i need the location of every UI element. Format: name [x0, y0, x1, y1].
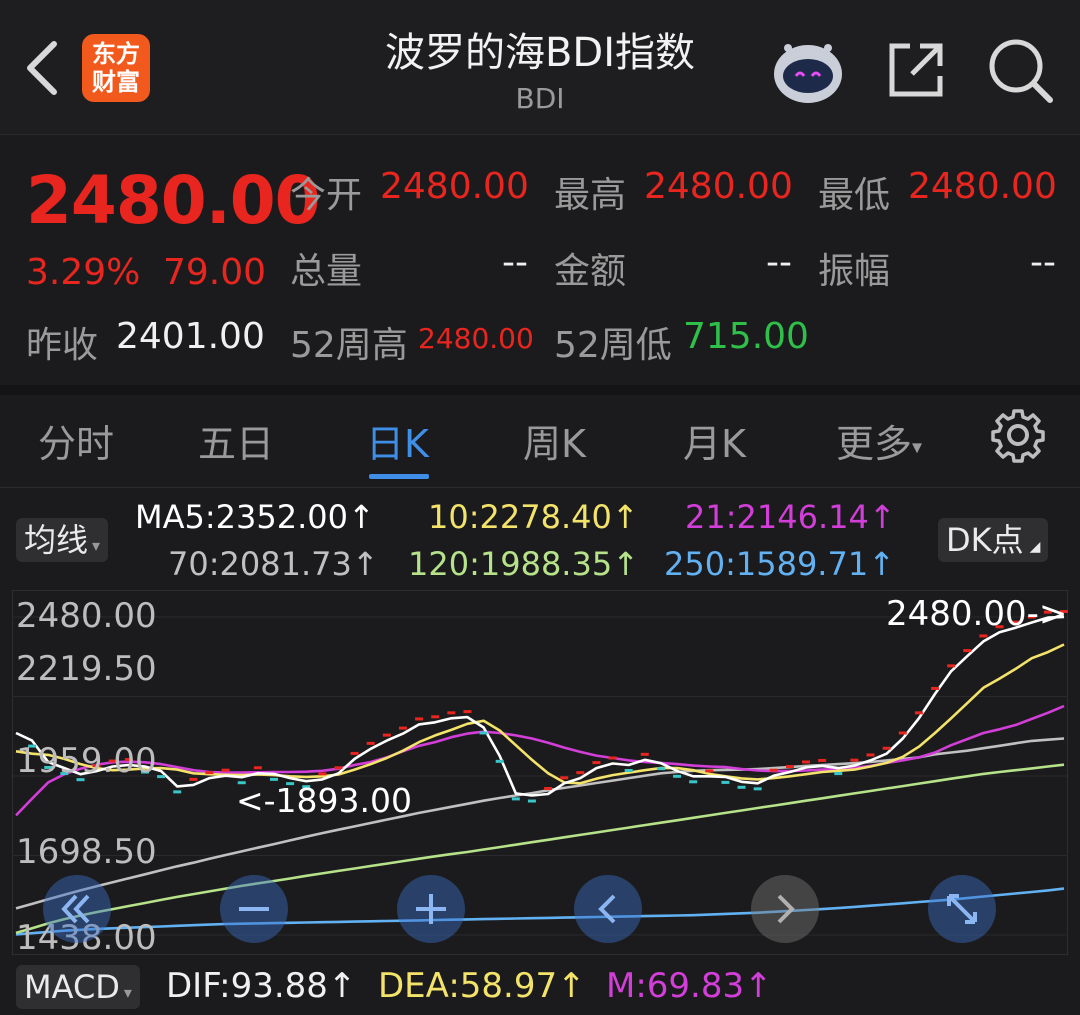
- max-price-marker: 2480.00->: [886, 594, 1068, 634]
- tab-five-day[interactable]: 五日: [198, 413, 274, 468]
- high-value: 2480.00: [644, 166, 793, 207]
- ma-selector[interactable]: 均线 ▾: [16, 518, 109, 562]
- macd-selector-label: MACD: [24, 968, 120, 1006]
- y-tick-label: 2480.00: [16, 596, 157, 636]
- active-tab-indicator: [369, 474, 429, 479]
- ma-selector-label: 均线: [24, 521, 89, 559]
- page-title: 波罗的海BDI指数: [384, 30, 696, 76]
- prev-close-label: 昨收: [26, 325, 99, 366]
- amplitude-label: 振幅: [818, 251, 891, 292]
- robot-assistant-icon[interactable]: [772, 38, 844, 104]
- ma-line-250: [15, 887, 1065, 936]
- page-subtitle: BDI: [515, 82, 565, 115]
- macd-m: M:69.83↑: [606, 966, 773, 1006]
- last-price: 2480.00: [26, 162, 321, 239]
- search-icon[interactable]: [986, 36, 1054, 104]
- ma250-value: 250:1589.71↑: [664, 545, 895, 583]
- next-icon[interactable]: [750, 874, 820, 944]
- change-value: 79.00: [163, 252, 267, 293]
- low-value: 2480.00: [908, 166, 1057, 207]
- open-value: 2480.00: [380, 166, 529, 207]
- min-price-marker: <-1893.00: [236, 781, 413, 820]
- dropdown-caret-icon: ▾: [912, 434, 923, 459]
- ma-line-21: [15, 704, 1065, 817]
- ma70-value: 70:2081.73↑: [168, 545, 379, 583]
- week52-high-label: 52周高: [290, 325, 408, 366]
- change-percent: 3.29%: [26, 252, 141, 293]
- amplitude-value: --: [1030, 242, 1056, 283]
- volume-value: --: [502, 242, 528, 283]
- gear-icon[interactable]: [990, 407, 1046, 463]
- open-label: 今开: [290, 175, 363, 216]
- macd-dif: DIF:93.88↑: [166, 966, 357, 1006]
- ma-line-120: [15, 763, 1065, 935]
- logo-text-bottom: 财富: [92, 68, 140, 96]
- macd-selector[interactable]: MACD ▾: [16, 965, 140, 1009]
- amount-value: --: [766, 242, 792, 283]
- dk-point-button[interactable]: DK点 ◢: [938, 518, 1049, 562]
- high-label: 最高: [554, 175, 627, 216]
- tab-monthly-k[interactable]: 月K: [683, 413, 746, 468]
- selector-caret-icon: ▾: [92, 536, 101, 555]
- selector-caret-icon: ▾: [123, 983, 132, 1002]
- corner-triangle-icon: ◢: [1029, 539, 1041, 555]
- prev-icon[interactable]: [573, 874, 643, 944]
- ma-line-70: [15, 737, 1065, 910]
- volume-label: 总量: [290, 251, 363, 292]
- tab-more-label: 更多: [836, 422, 913, 466]
- tab-daily-k[interactable]: 日K: [366, 413, 429, 468]
- chart-frame: [12, 590, 1068, 955]
- low-label: 最低: [818, 175, 891, 216]
- ma5-value: MA5:2352.00↑: [135, 498, 375, 536]
- app-header: 东方 财富 波罗的海BDI指数 BDI: [0, 0, 1080, 135]
- ma10-value: 10:2278.40↑: [428, 498, 639, 536]
- ma120-value: 120:1988.35↑: [408, 545, 639, 583]
- prev-close-value: 2401.00: [116, 316, 265, 357]
- rewind-icon[interactable]: [42, 874, 112, 944]
- zoom-out-icon[interactable]: [219, 874, 289, 944]
- fullscreen-icon[interactable]: [927, 874, 997, 944]
- week52-low-label: 52周低: [554, 325, 672, 366]
- tab-more[interactable]: 更多▾: [836, 413, 922, 468]
- eastmoney-logo[interactable]: 东方 财富: [82, 34, 150, 102]
- y-tick-label: 2219.50: [16, 649, 157, 689]
- dk-point-label: DK点: [946, 521, 1024, 559]
- amount-label: 金额: [554, 251, 627, 292]
- y-tick-label: 1959.00: [16, 741, 157, 781]
- macd-dea: DEA:58.97↑: [378, 966, 586, 1006]
- tab-intraday[interactable]: 分时: [38, 413, 114, 468]
- logo-text-top: 东方: [92, 40, 140, 68]
- tab-weekly-k[interactable]: 周K: [523, 413, 586, 468]
- ma-line-10: [15, 643, 1065, 785]
- week52-low-value: 715.00: [683, 316, 809, 357]
- share-icon[interactable]: [884, 38, 948, 102]
- ma21-value: 21:2146.14↑: [685, 498, 896, 536]
- back-arrow-icon[interactable]: [22, 38, 62, 98]
- week52-high-value: 2480.00: [418, 322, 534, 355]
- y-tick-label: 1698.50: [16, 832, 157, 872]
- k-line-chart[interactable]: [12, 590, 1068, 955]
- zoom-in-icon[interactable]: [396, 874, 466, 944]
